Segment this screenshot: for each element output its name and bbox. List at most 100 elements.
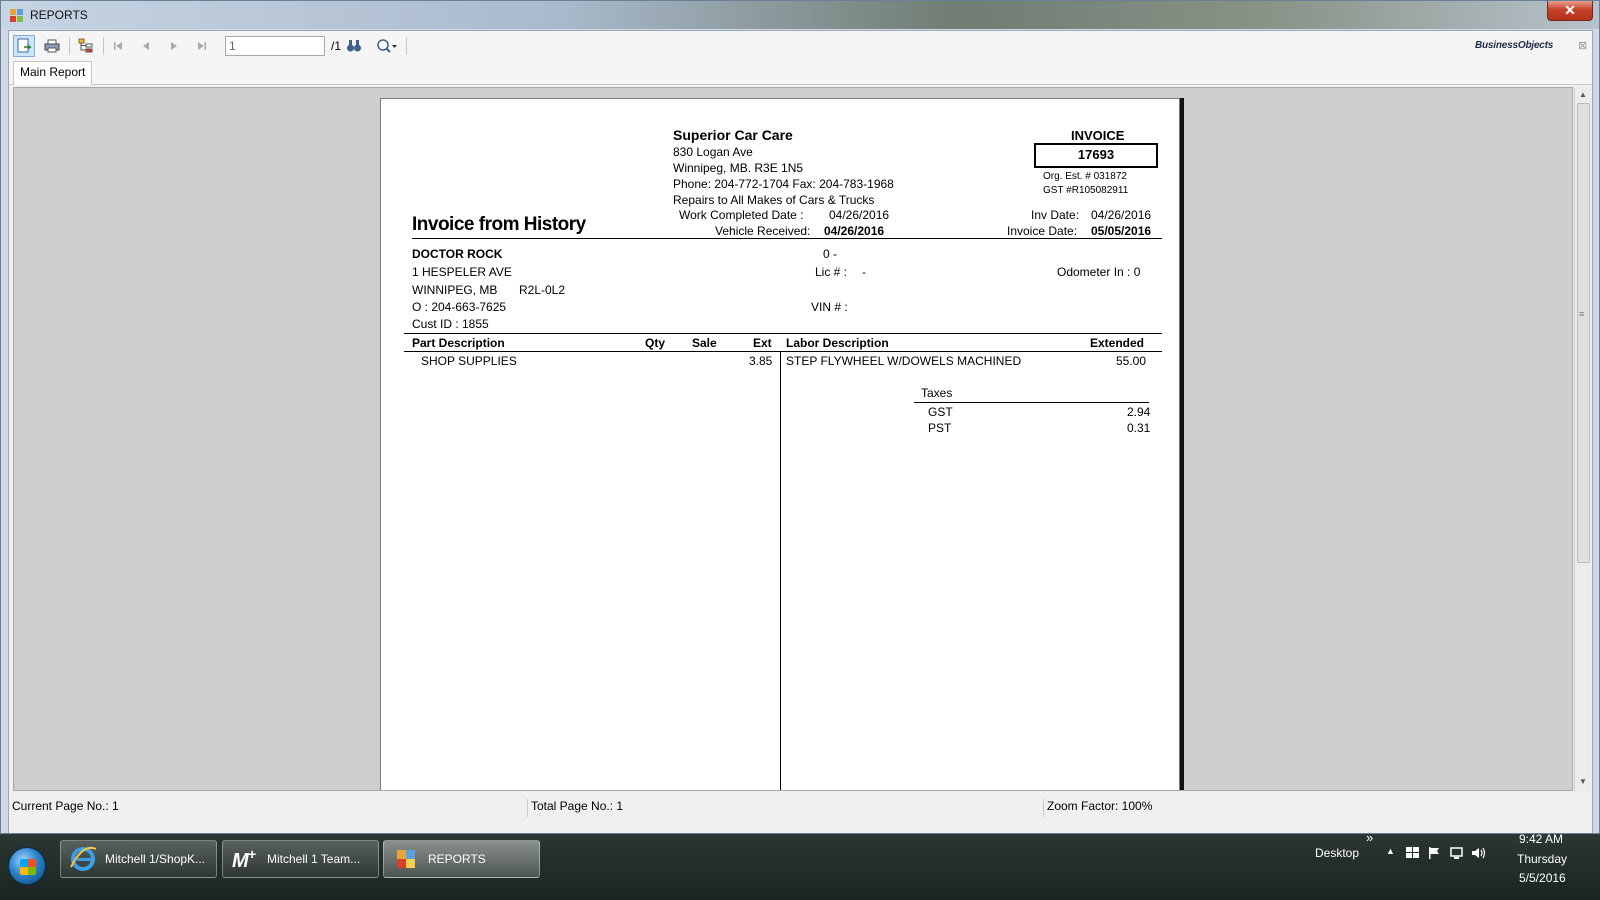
toggle-group-tree-button[interactable] — [75, 35, 97, 57]
toolbar-overflow-icon[interactable]: » — [1366, 830, 1373, 845]
reports-app-icon — [10, 9, 24, 23]
zoom-dropdown-button[interactable] — [371, 35, 403, 57]
tax-gst-amount: 2.94 — [1127, 405, 1151, 419]
close-viewer-icon[interactable]: ⊠ — [1578, 39, 1587, 52]
company-phone-fax: Phone: 204-772-1704 Fax: 204-783-1968 — [673, 177, 894, 191]
total-page-status: Total Page No.: 1 — [528, 799, 1044, 817]
scroll-down-arrow-icon[interactable]: ▼ — [1579, 777, 1587, 786]
page-number-input[interactable] — [225, 36, 325, 56]
license-value: - — [862, 265, 866, 279]
zoom-factor-status: Zoom Factor: 100% — [1047, 799, 1153, 813]
network-icon[interactable] — [1449, 846, 1465, 860]
page-total-label: /1 — [331, 39, 342, 53]
windows-taskbar: Mitchell 1/ShopK... M + Mitchell 1 Team..… — [0, 830, 1600, 900]
print-report-button[interactable] — [41, 35, 63, 57]
previous-page-button[interactable] — [135, 35, 157, 57]
inv-date-value: 04/26/2016 — [1091, 208, 1152, 222]
clock-time[interactable]: 9:42 AM — [1519, 832, 1563, 846]
report-window: REPORTS ✕ 1 /1 BusinessObjects ⊠ Main Re… — [0, 0, 1600, 834]
taskbar-item-label: REPORTS — [428, 852, 486, 866]
scroll-up-arrow-icon[interactable]: ▲ — [1579, 90, 1587, 99]
header-divider — [412, 238, 1162, 239]
taskbar-item-label: Mitchell 1 Team... — [267, 852, 361, 866]
mitchell1-icon: M + — [232, 846, 256, 872]
zoom-icon — [377, 39, 397, 53]
last-page-icon — [198, 42, 206, 50]
invoice-date-value: 05/05/2016 — [1091, 224, 1152, 238]
title-bar[interactable]: REPORTS ✕ — [1, 1, 1599, 29]
first-page-button[interactable] — [107, 35, 129, 57]
taskbar-item-label: Mitchell 1/ShopK... — [105, 852, 206, 866]
previous-page-icon — [143, 42, 149, 50]
binoculars-icon — [347, 40, 361, 52]
invoice-page: Superior Car Care 830 Logan Ave Winnipeg… — [380, 98, 1180, 790]
show-hidden-icons-icon[interactable]: ▲ — [1386, 846, 1395, 856]
taskbar-item-shopkey[interactable]: Mitchell 1/ShopK... — [60, 840, 217, 878]
vin-label: VIN # : — [811, 300, 848, 314]
org-est-number: Org. Est. # 031872 — [1043, 171, 1127, 182]
export-report-button[interactable] — [13, 35, 35, 57]
inv-date-label: Inv Date: — [1031, 208, 1080, 222]
taxes-label: Taxes — [921, 386, 953, 400]
customer-name: DOCTOR ROCK — [412, 247, 503, 261]
windows-flag-tray-icon[interactable] — [1405, 846, 1421, 860]
customer-city: WINNIPEG, MB — [412, 283, 498, 297]
work-completed-date: 04/26/2016 — [829, 208, 890, 222]
next-page-icon — [171, 42, 177, 50]
scrollbar-thumb[interactable] — [1577, 103, 1590, 563]
business-objects-logo: BusinessObjects — [1475, 40, 1554, 51]
vehicle-received-date: 04/26/2016 — [824, 224, 885, 238]
taskbar-item-mitchell-team[interactable]: M + Mitchell 1 Team... — [222, 840, 379, 878]
scrollbar-grip-icon: ≡ — [1579, 309, 1585, 319]
find-text-button[interactable] — [343, 35, 365, 57]
labor-row-desc: STEP FLYWHEEL W/DOWELS MACHINED — [786, 354, 1022, 368]
odometer-in: Odometer In : 0 — [1057, 265, 1141, 279]
extended-header: Extended — [1090, 336, 1145, 350]
table-top-divider — [404, 333, 1162, 334]
vertical-scrollbar[interactable]: ▲ ≡ ▼ — [1574, 87, 1591, 791]
gst-registration: GST #R105082911 — [1043, 185, 1129, 196]
labor-row-extended: 55.00 — [1116, 354, 1147, 368]
clock-date[interactable]: 5/5/2016 — [1519, 871, 1566, 885]
start-button[interactable] — [8, 847, 46, 885]
tab-main-report[interactable]: Main Report — [13, 61, 93, 85]
vehicle-description: 0 - — [823, 247, 838, 261]
export-icon — [17, 38, 32, 53]
sale-header: Sale — [692, 336, 717, 350]
customer-id: Cust ID : 1855 — [412, 317, 489, 331]
work-completed-label: Work Completed Date : — [679, 208, 804, 222]
action-center-flag-icon[interactable] — [1427, 846, 1441, 860]
invoice-label: INVOICE — [1071, 128, 1125, 143]
report-tab-strip: Main Report — [9, 61, 1592, 85]
window-title: REPORTS — [30, 8, 88, 22]
next-page-button[interactable] — [163, 35, 185, 57]
viewer-toolbar: /1 BusinessObjects ⊠ — [9, 31, 1592, 61]
labor-description-header: Labor Description — [786, 336, 889, 350]
status-bar: Current Page No.: 1 Total Page No.: 1 Zo… — [9, 793, 1592, 833]
svg-text:+: + — [248, 846, 256, 862]
printer-icon — [44, 39, 60, 53]
company-address-line2: Winnipeg, MB. R3E 1N5 — [673, 161, 804, 175]
customer-phone: O : 204-663-7625 — [412, 300, 507, 314]
license-label: Lic # : — [815, 265, 848, 279]
vehicle-received-label: Vehicle Received: — [715, 224, 811, 238]
qty-header: Qty — [645, 336, 666, 350]
company-name: Superior Car Care — [673, 127, 793, 143]
part-row-ext: 3.85 — [749, 354, 773, 368]
taskbar-item-reports[interactable]: REPORTS — [383, 840, 540, 878]
internet-explorer-icon — [70, 846, 97, 871]
tax-pst-amount: 0.31 — [1127, 421, 1151, 435]
tax-pst-name: PST — [928, 421, 952, 435]
clock-day[interactable]: Thursday — [1517, 852, 1567, 866]
invoice-date-label: Invoice Date: — [1007, 224, 1078, 238]
report-viewport[interactable]: Superior Car Care 830 Logan Ave Winnipeg… — [13, 87, 1573, 791]
current-page-status: Current Page No.: 1 — [9, 799, 528, 817]
customer-postal: R2L-0L2 — [519, 283, 566, 297]
desktop-toolbar-label[interactable]: Desktop — [1315, 846, 1359, 860]
ext-header: Ext — [753, 336, 772, 350]
report-title: Invoice from History — [412, 214, 586, 235]
last-page-button[interactable] — [191, 35, 213, 57]
window-close-button[interactable]: ✕ — [1547, 1, 1593, 21]
parts-labor-divider — [780, 351, 781, 790]
volume-icon[interactable] — [1471, 846, 1487, 860]
